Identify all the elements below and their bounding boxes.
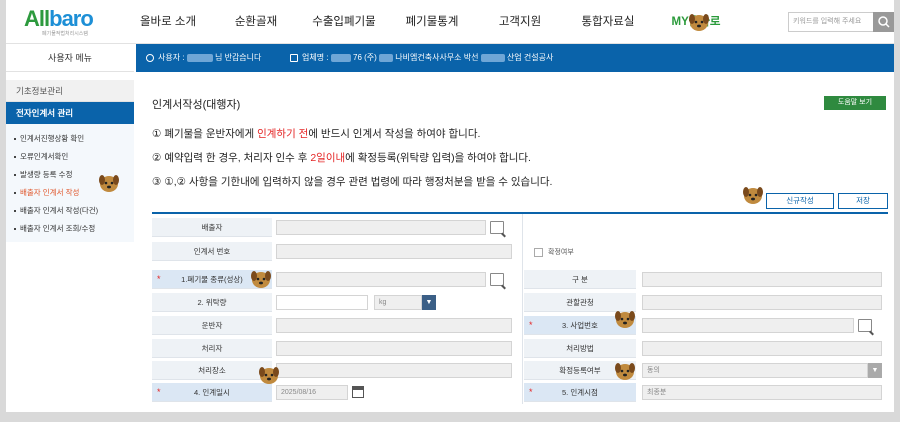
- mascot-dog-icon: [615, 311, 635, 328]
- label-quantity: 2. 위탁량: [152, 293, 272, 312]
- label-transporter: 운반자: [152, 316, 272, 335]
- mascot-dog-icon: [251, 271, 271, 288]
- menu-recycled-aggregate[interactable]: 순환골재: [212, 0, 300, 44]
- company-name: 나비엠건축사사무소 박선: [395, 53, 479, 62]
- calendar-icon[interactable]: [352, 386, 364, 398]
- page-title: 인계서작성(대행자): [152, 99, 241, 111]
- menu-statistics[interactable]: 폐기물통계: [388, 0, 476, 44]
- sidebar-item-progress[interactable]: 인계서진행상황 확인: [6, 130, 134, 148]
- quantity-field[interactable]: [276, 295, 368, 310]
- menu-import-export[interactable]: 수출입폐기물: [300, 0, 388, 44]
- sidebar-section-handover[interactable]: 전자인계서 관리: [6, 102, 134, 124]
- mascot-dog-icon: [99, 175, 119, 192]
- user-label: 사용자 :: [158, 53, 185, 62]
- help-button[interactable]: 도움말 보기: [824, 96, 886, 110]
- label-method: 처리방법: [524, 339, 636, 358]
- emitter-field[interactable]: [276, 220, 486, 235]
- handover-no-field[interactable]: [276, 244, 512, 259]
- main-menu: 올바로 소개 순환골재 수출입폐기물 폐기물통계 고객지원 통합자료실 MY올바…: [124, 0, 740, 44]
- notice-3: ③ ①,② 사항을 기한내에 입력하지 않을 경우 관련 법령에 따라 행정처분…: [152, 176, 553, 188]
- notice-1: ① 폐기물을 운반자에게 인계하기 전에 반드시 인계서 작성을 하여야 합니다…: [152, 128, 481, 140]
- mascot-dog-icon: [743, 187, 763, 204]
- label-processor: 처리자: [152, 339, 272, 358]
- company-code: 76 (주): [353, 53, 377, 62]
- label-place: 처리장소: [152, 361, 272, 380]
- sidebar-item-search-edit[interactable]: 배출자 인계서 조회/수정: [6, 220, 134, 238]
- menu-support[interactable]: 고객지원: [476, 0, 564, 44]
- mascot-dog-icon: [615, 363, 635, 380]
- label-category: 구 분: [524, 270, 636, 289]
- biz-no-search-icon[interactable]: [858, 319, 872, 332]
- sidebar-item-error[interactable]: 오류인계서확인: [6, 148, 134, 166]
- processor-field[interactable]: [276, 341, 512, 356]
- redacted-company-c: [480, 53, 505, 62]
- search-icon[interactable]: [873, 12, 894, 32]
- sidebar: 사용자 메뉴 기초정보관리 전자인계서 관리 인계서진행상황 확인 오류인계서확…: [6, 44, 134, 412]
- confirm-reg-select[interactable]: 동의: [642, 363, 868, 378]
- menu-archive[interactable]: 통합자료실: [564, 0, 652, 44]
- emitter-search-icon[interactable]: [490, 221, 504, 234]
- confirmed-label: 확정여부: [548, 249, 574, 256]
- label-handover-date: * 4. 인계일시: [152, 383, 272, 402]
- menu-about[interactable]: 올바로 소개: [124, 0, 212, 44]
- place-field[interactable]: [276, 363, 512, 378]
- top-navigation: Allbaro 폐기물적법처리시스템 올바로 소개 순환골재 수출입폐기물 폐기…: [6, 0, 894, 44]
- user-info-bar: 사용자 : 님 반갑습니다 업체명 : 76 (주) 나비엠건축사사무소 박선 …: [136, 44, 894, 72]
- form-divider: [522, 214, 523, 404]
- app-frame: Allbaro 폐기물적법처리시스템 올바로 소개 순환골재 수출입폐기물 폐기…: [6, 0, 894, 412]
- redacted-company-b: [379, 53, 394, 62]
- label-handover-no: 인계서 번호: [152, 242, 272, 261]
- company-icon: [290, 54, 298, 62]
- unit-dropdown-icon[interactable]: ▼: [422, 295, 436, 310]
- company-label: 업체명 :: [302, 53, 329, 62]
- notice-2: ② 예약입력 한 경우, 처리자 인수 후 2일이내에 확정등록(위탁량 입력)…: [152, 152, 531, 164]
- transporter-field[interactable]: [276, 318, 512, 333]
- mascot-dog-icon: [689, 14, 709, 31]
- jurisdiction-field[interactable]: [642, 295, 882, 310]
- waste-type-field[interactable]: [276, 272, 486, 287]
- sidebar-item-create-multi[interactable]: 배출자 인계서 작성(다건): [6, 202, 134, 220]
- mascot-dog-icon: [259, 367, 279, 384]
- confirmed-checkbox[interactable]: [534, 248, 543, 257]
- handover-date-field[interactable]: 2025/08/16: [276, 385, 348, 400]
- redacted-company-a: [330, 53, 351, 62]
- sidebar-section-basic-info[interactable]: 기초정보관리: [6, 80, 134, 102]
- label-handover-time: * 5. 인계시점: [524, 383, 636, 402]
- save-button[interactable]: 저장: [838, 193, 888, 209]
- handover-time-field[interactable]: 최종분: [642, 385, 882, 400]
- user-icon: [146, 54, 154, 62]
- unit-select[interactable]: kg: [374, 295, 422, 310]
- company-site: 산업 건설공사: [506, 53, 554, 62]
- confirm-reg-dropdown-icon[interactable]: ▼: [868, 363, 882, 378]
- waste-type-search-icon[interactable]: [490, 273, 504, 286]
- search-input[interactable]: 키워드를 입력해 주세요: [788, 12, 874, 32]
- category-field[interactable]: [642, 272, 882, 287]
- redacted-name: [186, 53, 213, 62]
- biz-no-field[interactable]: [642, 318, 854, 333]
- method-field[interactable]: [642, 341, 882, 356]
- sidebar-title: 사용자 메뉴: [6, 44, 134, 72]
- allbaro-logo[interactable]: Allbaro 폐기물적법처리시스템: [24, 8, 124, 40]
- new-button[interactable]: 신규작성: [766, 193, 834, 209]
- user-greeting: 님 반갑습니다: [215, 53, 262, 62]
- handover-form: 배출자 인계서 번호 확정여부 * 1.폐기물 종류(성상) 구 분 2. 위탁량…: [152, 212, 888, 404]
- label-emitter: 배출자: [152, 218, 272, 237]
